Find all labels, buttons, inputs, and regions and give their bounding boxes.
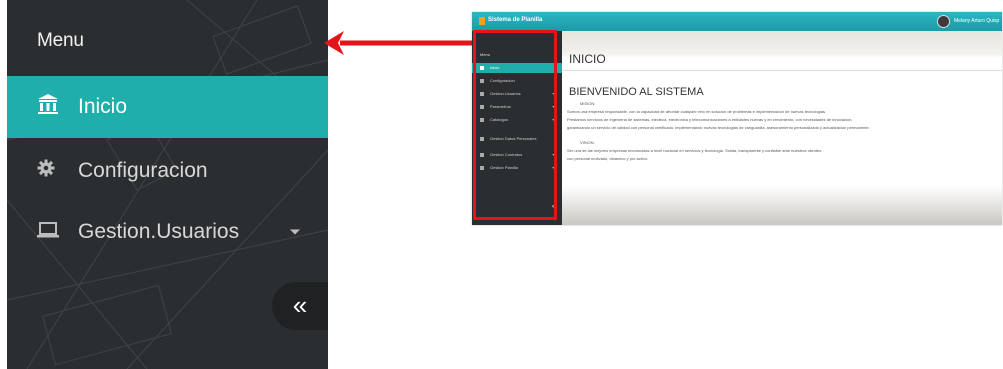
pointer-arrow bbox=[324, 31, 472, 55]
welcome-heading: BIENVENIDO AL SISTEMA bbox=[569, 86, 704, 98]
vision-line: Ser una de las mejores empresas reconoci… bbox=[567, 148, 823, 153]
mision-line: Somos una empresa responsable, con la ca… bbox=[567, 109, 827, 114]
user-name[interactable]: Melany Arturo Quisp bbox=[954, 18, 999, 24]
bank-icon bbox=[37, 93, 59, 121]
sidebar-item-configuracion[interactable]: Configuracion bbox=[7, 140, 328, 202]
gear-icon bbox=[37, 159, 55, 183]
mision-label: MISION: bbox=[580, 101, 596, 106]
chevron-down-icon bbox=[290, 229, 300, 235]
vision-label: VISION: bbox=[580, 140, 595, 145]
sidebar-item-gestion-usuarios[interactable]: Gestion.Usuarios bbox=[7, 201, 328, 263]
highlight-box bbox=[473, 30, 557, 220]
top-navbar bbox=[472, 12, 1002, 31]
vision-line: con personal motivado, dinamico y pro ac… bbox=[567, 156, 649, 161]
sidebar-item-label: Inicio bbox=[78, 95, 128, 118]
zoomed-sidebar: Menu Inicio Configuracion Gestion.Usuari… bbox=[7, 0, 328, 369]
avatar[interactable] bbox=[937, 15, 950, 28]
mision-line: Prestamos servicios de ingenieria de sis… bbox=[567, 117, 853, 122]
menu-title: Menu bbox=[37, 30, 84, 51]
sidebar-item-label: Gestion.Usuarios bbox=[78, 220, 240, 243]
sidebar-item-label: Configuracion bbox=[78, 159, 208, 182]
app-title: Sistema de Planilla bbox=[488, 17, 543, 23]
mision-line: garantizando un servicio de calidad con … bbox=[567, 125, 870, 130]
page-title: INICIO bbox=[569, 52, 606, 66]
divider bbox=[562, 70, 1002, 71]
laptop-icon bbox=[37, 220, 59, 244]
collapse-sidebar-button[interactable]: « bbox=[272, 282, 328, 330]
app-logo-icon bbox=[479, 17, 485, 25]
sidebar-item-inicio[interactable]: Inicio bbox=[7, 76, 328, 138]
